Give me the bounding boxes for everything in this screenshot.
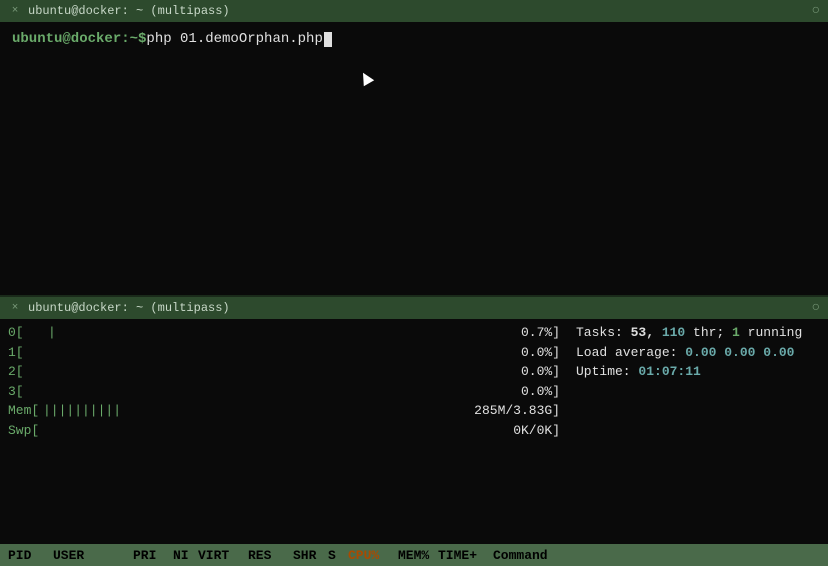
tasks-row: Tasks: 53, 110 thr; 1 running bbox=[576, 323, 820, 343]
cpu2-label: 2[ bbox=[8, 362, 48, 382]
htop-header: PID USER PRI NI VIRT RES SHR S CPU% MEM%… bbox=[0, 544, 828, 566]
header-pri: PRI bbox=[133, 548, 173, 563]
tasks-thr: 110 bbox=[662, 323, 685, 343]
mem-row: Mem[ |||||||||| 285M/3.83G] bbox=[8, 401, 560, 421]
header-time: TIME+ bbox=[438, 548, 493, 563]
cpu-row-3: 3[ 0.0%] bbox=[8, 382, 560, 402]
mem-bar: |||||||||| bbox=[43, 401, 121, 421]
bottom-title-left: × ubuntu@docker: ~ (multipass) bbox=[8, 301, 230, 315]
header-s: S bbox=[328, 548, 348, 563]
tasks-label: Tasks: bbox=[576, 323, 631, 343]
spacer bbox=[8, 440, 820, 470]
mouse-cursor bbox=[358, 70, 374, 86]
header-mem: MEM% bbox=[398, 548, 438, 563]
load-15: 0.00 bbox=[763, 343, 794, 363]
swp-label: Swp[ bbox=[8, 421, 43, 441]
close-icon[interactable]: ○ bbox=[812, 3, 820, 19]
cpu-section: 0[ | 0.7%] 1[ 0.0%] 2[ 0.0%] bbox=[8, 323, 560, 440]
htop-content: 0[ | 0.7%] 1[ 0.0%] 2[ 0.0%] bbox=[0, 319, 828, 544]
tasks-section: Tasks: 53, 110 thr; 1 running Load avera… bbox=[560, 323, 820, 440]
header-pid: PID bbox=[8, 548, 53, 563]
cpu0-bar: | bbox=[48, 323, 56, 343]
cpu-row-0: 0[ | 0.7%] bbox=[8, 323, 560, 343]
tasks-running-label: running bbox=[740, 323, 802, 343]
bottom-title-bar: × ubuntu@docker: ~ (multipass) ○ bbox=[0, 297, 828, 319]
top-terminal-content: ubuntu@docker:~$ php 01.demoOrphan.php bbox=[0, 22, 828, 295]
bottom-terminal: × ubuntu@docker: ~ (multipass) ○ 0[ | 0.… bbox=[0, 297, 828, 566]
tasks-count: 53, bbox=[631, 323, 662, 343]
terminal-cursor bbox=[324, 32, 332, 47]
cpu1-percent: 0.0%] bbox=[500, 343, 560, 363]
uptime-row: Uptime: 01:07:11 bbox=[576, 362, 820, 382]
bottom-minimize-icon[interactable]: × bbox=[8, 301, 22, 315]
top-title-bar: × ubuntu@docker: ~ (multipass) ○ bbox=[0, 0, 828, 22]
tasks-thr-label: thr; bbox=[685, 323, 732, 343]
cpu0-label: 0[ bbox=[8, 323, 48, 343]
uptime-label: Uptime: bbox=[576, 362, 638, 382]
header-ni: NI bbox=[173, 548, 198, 563]
prompt-line: ubuntu@docker:~$ php 01.demoOrphan.php bbox=[12, 30, 816, 50]
minimize-icon[interactable]: × bbox=[8, 4, 22, 18]
cpu0-percent: 0.7%] bbox=[500, 323, 560, 343]
cpu3-label: 3[ bbox=[8, 382, 48, 402]
header-shr: SHR bbox=[293, 548, 328, 563]
cpu-row-2: 2[ 0.0%] bbox=[8, 362, 560, 382]
load-label: Load average: bbox=[576, 343, 685, 363]
uptime-value: 01:07:11 bbox=[638, 362, 700, 382]
mem-value: 285M/3.83G] bbox=[460, 401, 560, 421]
cpu3-percent: 0.0%] bbox=[500, 382, 560, 402]
header-virt: VIRT bbox=[198, 548, 248, 563]
cpu1-label: 1[ bbox=[8, 343, 48, 363]
load-5: 0.00 bbox=[724, 343, 755, 363]
prompt-command: php 01.demoOrphan.php bbox=[146, 30, 322, 50]
title-bar-left: × ubuntu@docker: ~ (multipass) bbox=[8, 4, 230, 18]
tasks-running: 1 bbox=[732, 323, 740, 343]
cpu-row-1: 1[ 0.0%] bbox=[8, 343, 560, 363]
bottom-close-icon[interactable]: ○ bbox=[812, 300, 820, 316]
swp-row: Swp[ 0K/0K] bbox=[8, 421, 560, 441]
header-cpu[interactable]: CPU% bbox=[348, 548, 398, 563]
top-terminal: × ubuntu@docker: ~ (multipass) ○ ubuntu@… bbox=[0, 0, 828, 295]
mem-label: Mem[ bbox=[8, 401, 43, 421]
header-cmd: Command bbox=[493, 548, 548, 563]
prompt-user: ubuntu@docker:~$ bbox=[12, 30, 146, 50]
load-row: Load average: 0.00 0.00 0.00 bbox=[576, 343, 820, 363]
cpu2-percent: 0.0%] bbox=[500, 362, 560, 382]
header-res: RES bbox=[248, 548, 293, 563]
bottom-terminal-title: ubuntu@docker: ~ (multipass) bbox=[28, 301, 230, 315]
load-1: 0.00 bbox=[685, 343, 716, 363]
top-terminal-title: ubuntu@docker: ~ (multipass) bbox=[28, 4, 230, 18]
header-user: USER bbox=[53, 548, 133, 563]
swp-value: 0K/0K] bbox=[460, 421, 560, 441]
